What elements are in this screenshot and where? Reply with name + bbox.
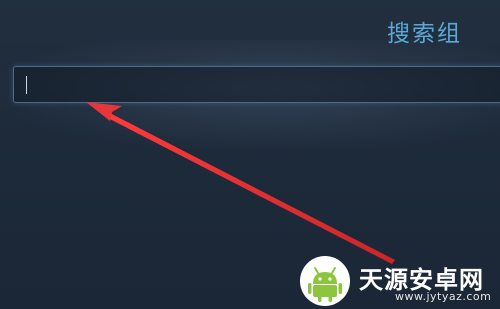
search-input[interactable] bbox=[14, 67, 500, 102]
search-box[interactable] bbox=[13, 66, 500, 103]
page-title: 搜索组 bbox=[387, 21, 462, 47]
watermark: 天源安卓网 www.jytyaz.com bbox=[295, 250, 500, 309]
arrow-shaft bbox=[104, 112, 395, 264]
android-logo-icon bbox=[300, 256, 350, 306]
watermark-url: www.jytyaz.com bbox=[395, 290, 492, 303]
arrow-head bbox=[86, 102, 122, 121]
search-group-page: 搜索组 天源安卓网 www.jytyaz.com bbox=[0, 0, 500, 309]
text-caret bbox=[26, 76, 27, 94]
